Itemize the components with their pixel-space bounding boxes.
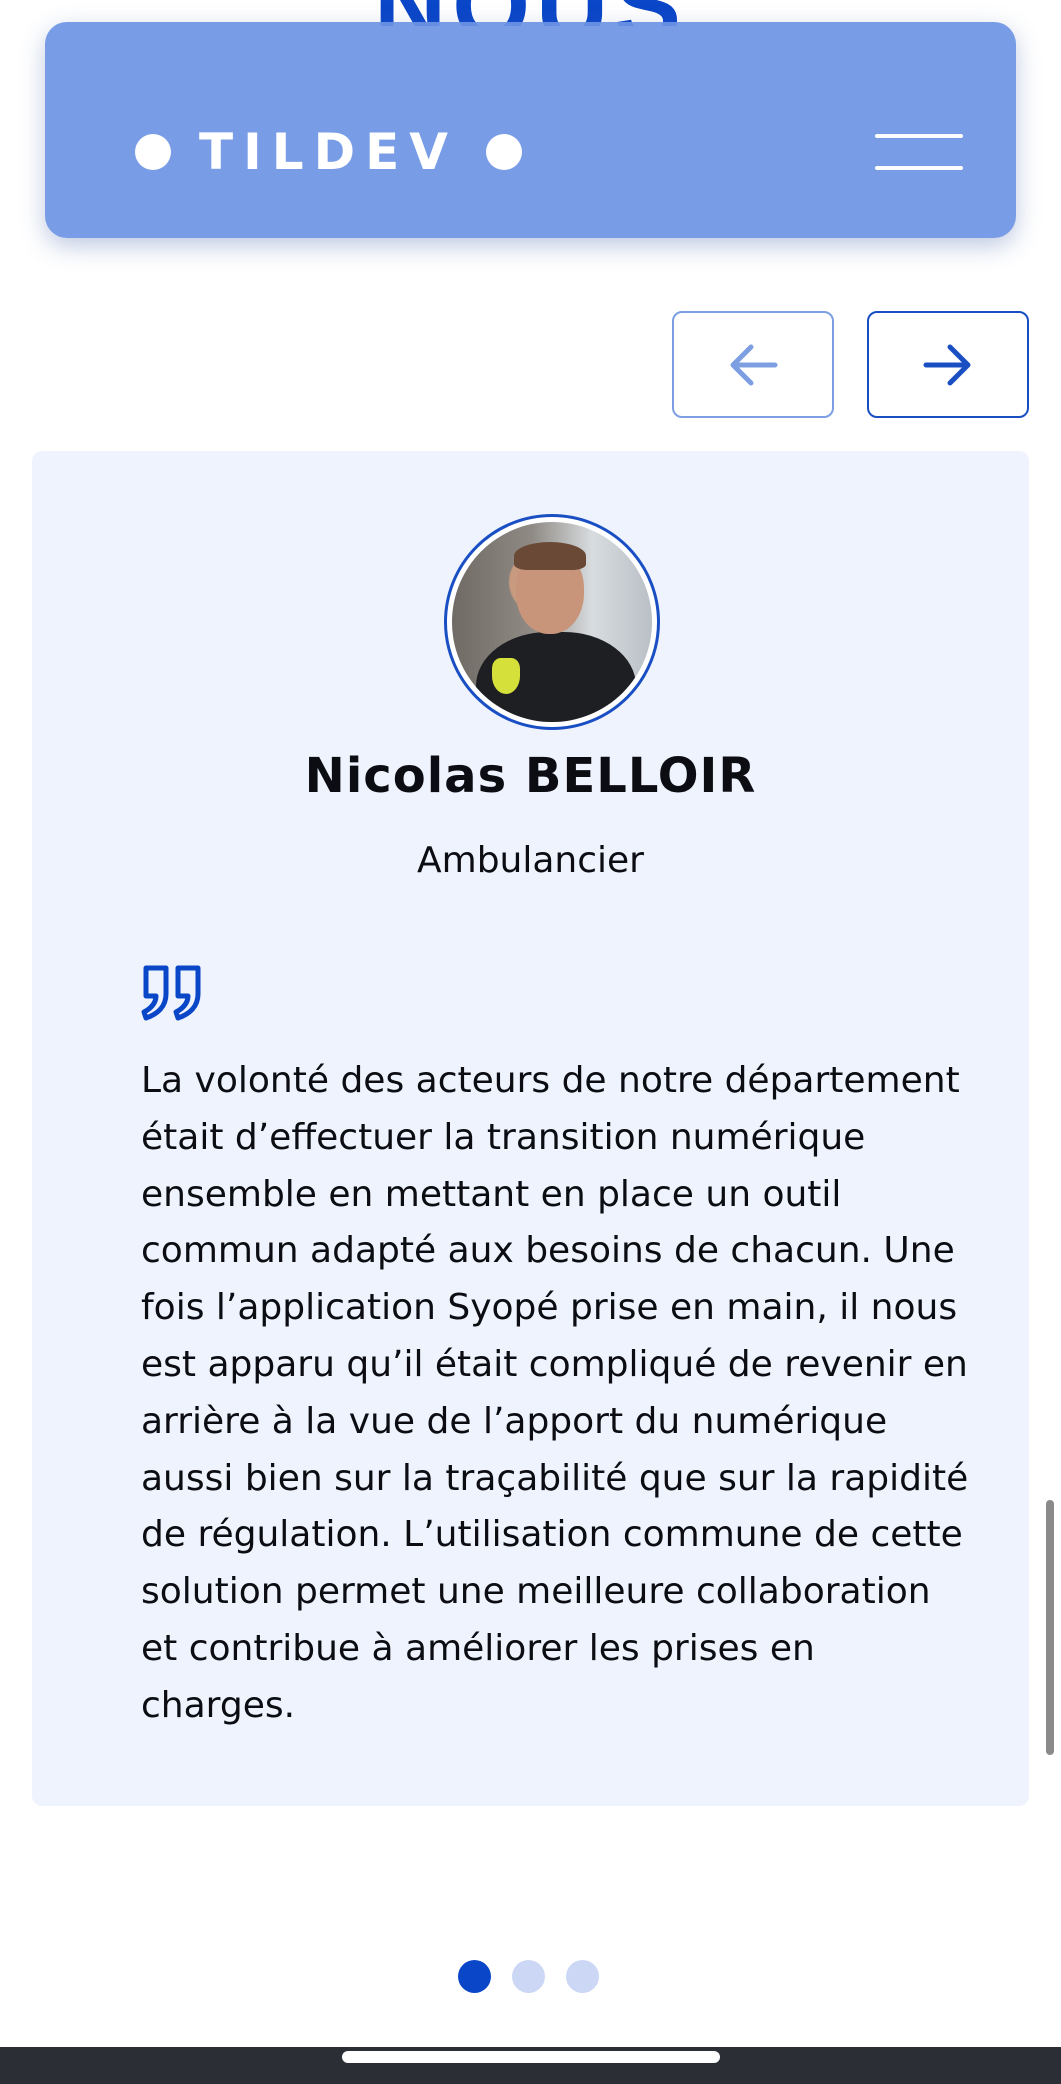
avatar-photo <box>452 522 652 722</box>
logo[interactable]: TILDEV <box>135 110 522 194</box>
arrow-left-icon <box>730 344 778 385</box>
arrow-right-icon <box>923 344 971 385</box>
scrollbar[interactable] <box>1046 1500 1054 1755</box>
pagination-dot-3[interactable] <box>566 1960 599 1993</box>
testimonial-role: Ambulancier <box>417 840 644 881</box>
carousel-pagination <box>458 1960 599 1993</box>
quote-icon <box>141 965 201 1021</box>
pagination-dot-1[interactable] <box>458 1960 491 1993</box>
carousel-next-button[interactable] <box>867 311 1029 418</box>
testimonial-name: Nicolas BELLOIR <box>304 748 757 804</box>
avatar <box>444 514 660 730</box>
logo-text: TILDEV <box>199 123 458 181</box>
home-indicator[interactable] <box>342 2051 720 2063</box>
logo-dot-right <box>485 134 522 170</box>
pagination-dot-2[interactable] <box>512 1960 545 1993</box>
carousel-prev-button[interactable] <box>672 311 834 418</box>
logo-dot-left <box>135 134 171 170</box>
site-header: TILDEV <box>45 22 1016 238</box>
testimonial-quote: La volonté des acteurs de notre départem… <box>141 1060 969 1726</box>
hamburger-menu-icon[interactable] <box>875 130 971 172</box>
